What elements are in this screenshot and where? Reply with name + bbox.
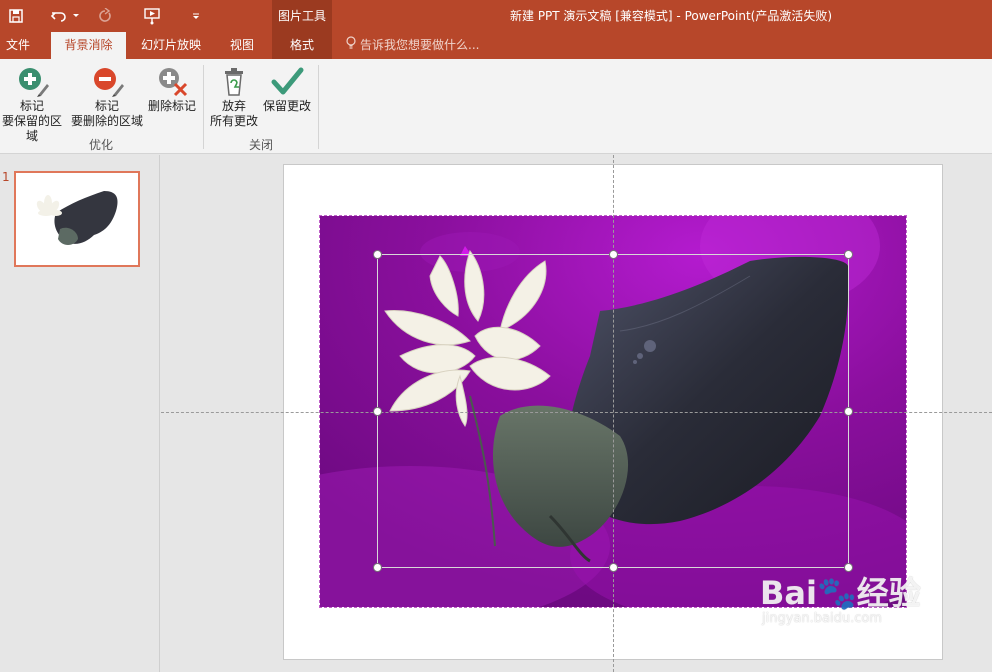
undo-icon[interactable] xyxy=(48,4,70,28)
group-separator xyxy=(318,65,319,149)
slide-thumbnail[interactable] xyxy=(14,171,140,267)
keep-changes-button[interactable]: 保留更改 xyxy=(261,63,313,114)
lightbulb-icon xyxy=(346,32,356,59)
discard-changes-icon xyxy=(216,63,252,99)
resize-handle-bottom-left[interactable] xyxy=(373,563,382,572)
mark-remove-label-2: 要删除的区域 xyxy=(70,114,143,128)
tab-view[interactable]: 视图 xyxy=(222,32,262,59)
resize-handle-top-left[interactable] xyxy=(373,250,382,259)
ribbon-tabs: 文件 背景消除 幻灯片放映 视图 格式 告诉我您想要做什么... xyxy=(0,32,992,59)
discard-changes-button[interactable]: 放弃 所有更改 xyxy=(208,63,260,129)
ribbon: 标记 要保留的区域 标记 要删除的区域 删除标记 优化 放弃 所有更改 保留更改… xyxy=(0,59,992,154)
title-bar: 图片工具 新建 PPT 演示文稿 [兼容模式] - PowerPoint(产品激… xyxy=(0,0,992,59)
customize-qat-icon[interactable] xyxy=(188,4,204,28)
keep-area-selection-box[interactable] xyxy=(377,254,849,568)
undo-dropdown-icon[interactable] xyxy=(70,4,82,28)
delete-mark-label: 删除标记 xyxy=(147,99,196,113)
resize-handle-bottom-center[interactable] xyxy=(609,563,618,572)
window-title: 新建 PPT 演示文稿 [兼容模式] - PowerPoint(产品激活失败) xyxy=(510,9,833,23)
resize-handle-middle-right[interactable] xyxy=(844,407,853,416)
mark-keep-icon xyxy=(14,63,50,99)
mark-keep-label-1: 标记 xyxy=(19,99,44,113)
delete-mark-icon xyxy=(154,63,190,99)
mark-remove-label-1: 标记 xyxy=(94,99,119,113)
resize-handle-top-right[interactable] xyxy=(844,250,853,259)
resize-handle-top-center[interactable] xyxy=(609,250,618,259)
slide-thumbnail-pane[interactable]: 1 xyxy=(0,155,160,672)
keep-changes-icon xyxy=(269,63,305,99)
picture-tools-label: 图片工具 xyxy=(277,9,326,23)
group-label-close: 关闭 xyxy=(248,138,273,152)
resize-handle-bottom-right[interactable] xyxy=(844,563,853,572)
tell-me-box[interactable]: 告诉我您想要做什么... xyxy=(346,32,479,59)
tab-slide-show[interactable]: 幻灯片放映 xyxy=(132,32,210,59)
discard-changes-label-1: 放弃 xyxy=(221,99,246,113)
group-label-refine: 优化 xyxy=(88,138,113,152)
thumbnail-image xyxy=(16,173,138,265)
mark-keep-button[interactable]: 标记 要保留的区域 xyxy=(0,63,66,144)
thumbnail-number: 1 xyxy=(2,170,10,184)
tab-format[interactable]: 格式 xyxy=(272,32,332,59)
tab-background-removal[interactable]: 背景消除 xyxy=(51,32,126,59)
mark-remove-icon xyxy=(89,63,125,99)
mark-remove-button[interactable]: 标记 要删除的区域 xyxy=(70,63,144,129)
start-from-beginning-icon[interactable] xyxy=(140,4,164,28)
tell-me-text: 告诉我您想要做什么... xyxy=(360,38,480,52)
baidu-jingyan-watermark: Bai🐾经验 jingyan.baidu.com xyxy=(760,575,921,627)
watermark-url: jingyan.baidu.com xyxy=(762,611,882,626)
delete-mark-button[interactable]: 删除标记 xyxy=(146,63,198,114)
discard-changes-label-2: 所有更改 xyxy=(209,114,258,128)
watermark-main: Bai🐾经验 xyxy=(760,574,921,612)
redo-icon[interactable] xyxy=(94,4,116,28)
resize-handle-middle-left[interactable] xyxy=(373,407,382,416)
save-icon[interactable] xyxy=(4,4,28,28)
keep-changes-label: 保留更改 xyxy=(262,99,311,113)
tab-file[interactable]: 文件 xyxy=(0,32,36,59)
